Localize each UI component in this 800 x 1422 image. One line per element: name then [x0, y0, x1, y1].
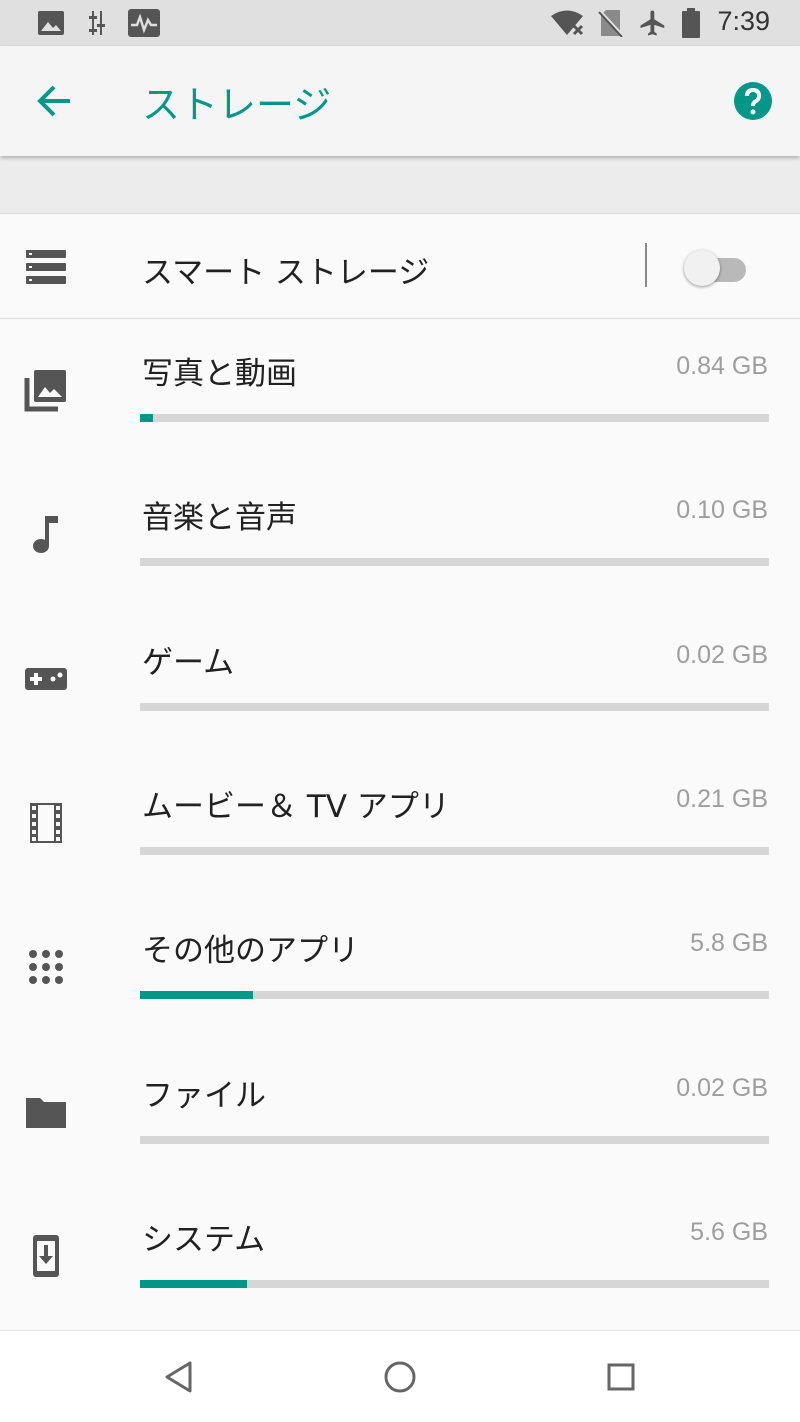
category-label: ファイル	[142, 1078, 266, 1114]
category-row-other-apps[interactable]: その他のアプリ 5.8 GB	[0, 897, 800, 1042]
usage-bar	[140, 414, 769, 422]
category-label: ムービー＆ TV アプリ	[142, 789, 450, 825]
recents-square-icon[interactable]	[601, 1357, 641, 1397]
category-size: 0.02 GB	[676, 1074, 768, 1102]
gamepad-icon	[25, 668, 67, 690]
wifi-off-icon	[551, 10, 584, 36]
storage-icon	[26, 250, 66, 284]
usage-bar	[140, 1280, 769, 1288]
category-size: 5.6 GB	[690, 1218, 768, 1246]
category-row-files[interactable]: ファイル 0.02 GB	[0, 1042, 800, 1187]
category-label: 写真と動画	[142, 356, 297, 392]
battery-icon	[682, 8, 700, 38]
usage-bar	[140, 703, 769, 711]
divider	[645, 243, 647, 287]
help-circle-icon[interactable]	[733, 81, 773, 121]
category-label: 音楽と音声	[142, 500, 297, 536]
app-bar: ストレージ	[0, 46, 800, 156]
category-row-system[interactable]: システム 5.6 GB	[0, 1186, 800, 1331]
back-triangle-icon[interactable]	[158, 1357, 198, 1397]
usage-bar-fill	[140, 991, 254, 999]
usage-bar	[140, 847, 769, 855]
category-label: ゲーム	[142, 645, 235, 681]
category-row-music-audio[interactable]: 音楽と音声 0.10 GB	[0, 464, 800, 609]
activity-notification-icon	[128, 9, 160, 37]
photo-library-icon	[24, 370, 66, 412]
smart-storage-toggle[interactable]	[684, 249, 748, 286]
smart-storage-row[interactable]: スマート ストレージ	[0, 215, 800, 319]
usage-bar-fill	[140, 414, 153, 422]
category-size: 5.8 GB	[690, 929, 768, 957]
category-row-photos-videos[interactable]: 写真と動画 0.84 GB	[0, 320, 800, 465]
status-time: 7:39	[717, 6, 770, 36]
category-size: 0.21 GB	[676, 785, 768, 813]
navigation-bar	[0, 1330, 800, 1422]
status-bar: 7:39	[0, 0, 800, 46]
equalizer-notification-icon	[89, 11, 105, 35]
apps-icon	[29, 950, 63, 984]
image-notification-icon	[38, 11, 64, 35]
home-circle-icon[interactable]	[380, 1357, 420, 1397]
usage-bar-fill	[140, 1280, 247, 1288]
category-size: 0.10 GB	[676, 496, 768, 524]
category-size: 0.02 GB	[676, 641, 768, 669]
category-label: システム	[142, 1222, 266, 1258]
folder-icon	[26, 1098, 66, 1128]
category-row-movies-tv[interactable]: ムービー＆ TV アプリ 0.21 GB	[0, 753, 800, 898]
system-update-icon	[33, 1235, 59, 1277]
category-row-games[interactable]: ゲーム 0.02 GB	[0, 609, 800, 754]
usage-bar	[140, 1136, 769, 1144]
page-title: ストレージ	[142, 83, 332, 127]
header-spacer	[0, 156, 800, 214]
music-note-icon	[33, 516, 58, 553]
no-sim-icon	[598, 9, 624, 37]
smart-storage-label: スマート ストレージ	[142, 255, 430, 291]
arrow-back-icon[interactable]	[30, 81, 78, 121]
usage-bar	[140, 558, 769, 566]
airplane-mode-icon	[640, 10, 665, 36]
usage-bar	[140, 991, 769, 999]
movie-icon	[30, 803, 62, 843]
toggle-knob	[684, 250, 720, 286]
category-size: 0.84 GB	[676, 352, 768, 380]
category-label: その他のアプリ	[142, 933, 359, 969]
